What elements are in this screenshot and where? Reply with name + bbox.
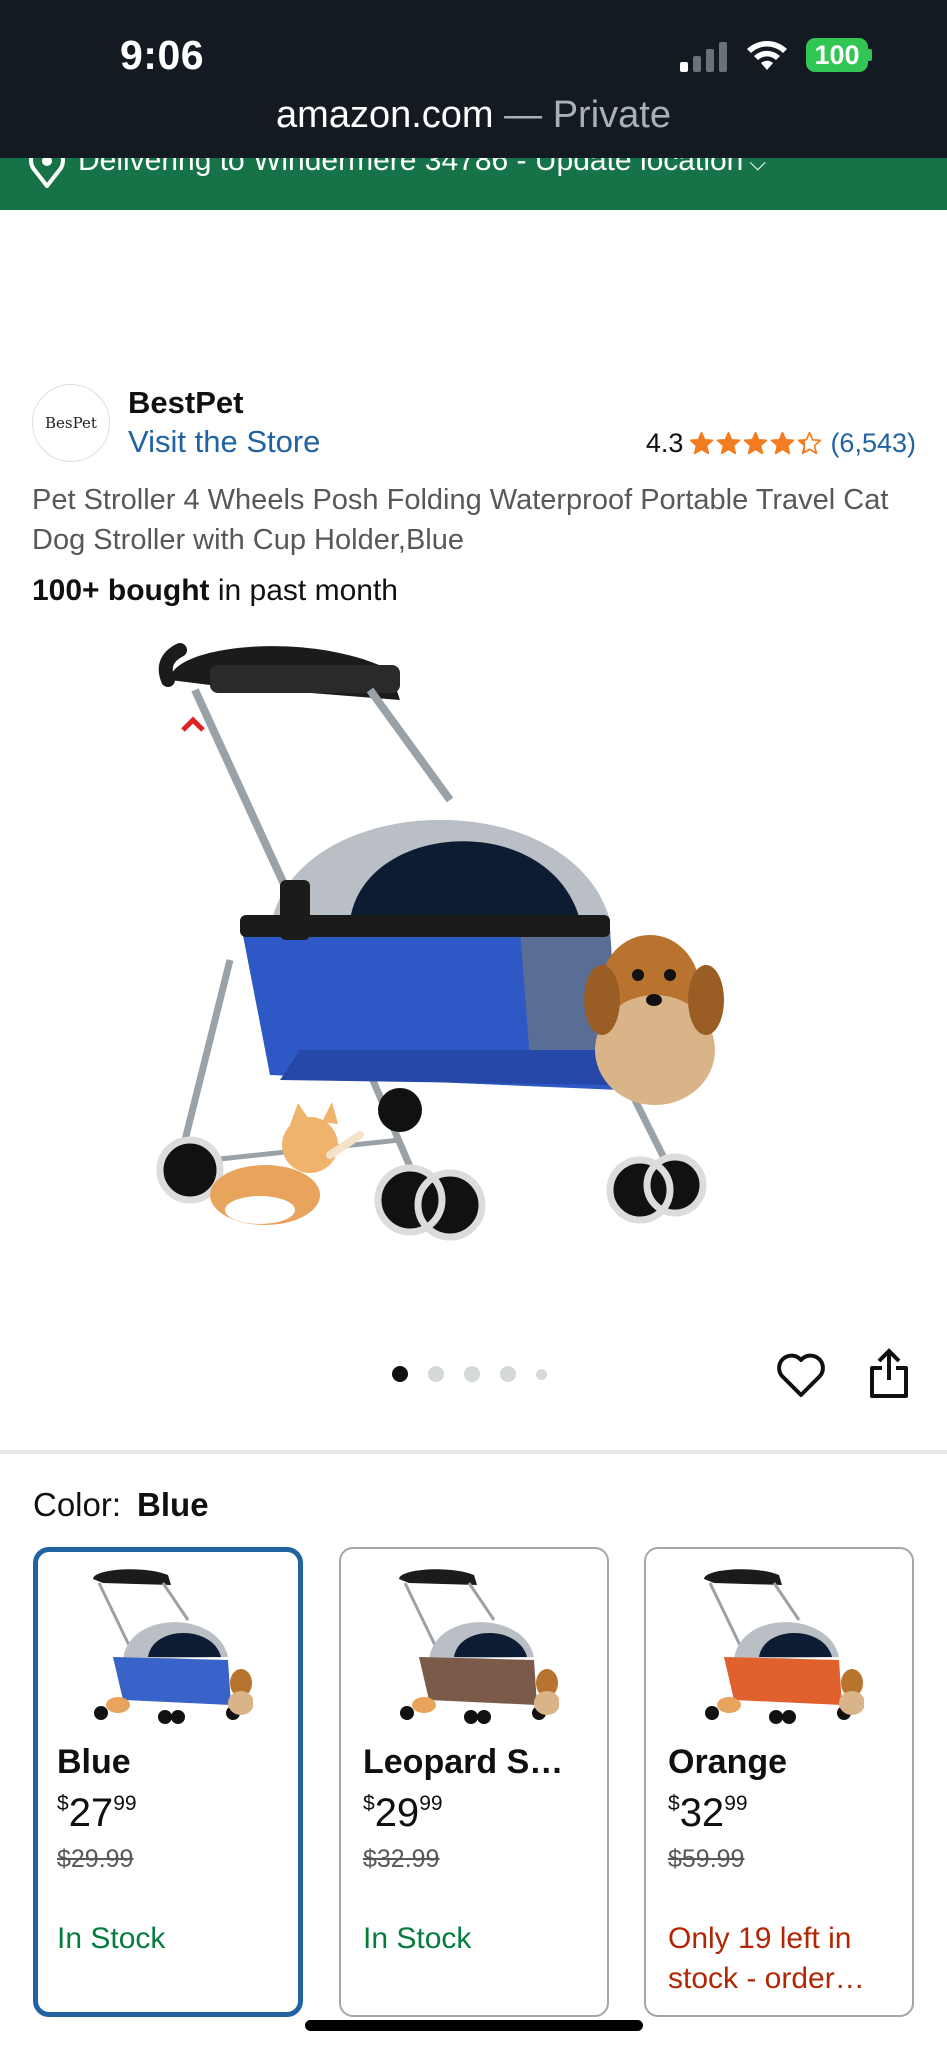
section-divider: [0, 1450, 947, 1454]
share-icon[interactable]: [866, 1348, 912, 1400]
variant-price: $2999: [363, 1791, 443, 1836]
browser-top-bar: 9:06 100 amazon.com — Private: [0, 0, 947, 158]
purchase-count-rest: in past month: [209, 574, 398, 607]
cellular-signal-icon: [680, 42, 727, 72]
variant-card[interactable]: Leopard S… $2999 $32.99 In Stock: [339, 1547, 609, 2017]
color-selector-label: Color: Blue: [33, 1486, 209, 1524]
star-icon: [717, 431, 741, 455]
address-bar[interactable]: amazon.com — Private: [0, 94, 947, 137]
price-whole: 32: [679, 1791, 725, 1835]
image-carousel-dots[interactable]: [392, 1366, 547, 1382]
color-label: Color:: [33, 1486, 122, 1523]
star-icon: [798, 431, 822, 455]
visit-store-link[interactable]: Visit the Store: [128, 424, 320, 460]
variant-card[interactable]: Orange $3299 $59.99 Only 19 left in stock -…: [644, 1547, 914, 2017]
review-count: (6,543): [830, 428, 916, 458]
carousel-dot[interactable]: [428, 1366, 444, 1382]
variant-list-price: $32.99: [363, 1845, 440, 1873]
url-host: amazon.com: [276, 94, 494, 136]
carousel-dot[interactable]: [392, 1366, 408, 1382]
variant-name: Orange: [668, 1743, 788, 1781]
product-image[interactable]: [150, 630, 800, 1290]
price-whole: 29: [374, 1791, 420, 1835]
price-fraction: 99: [724, 1792, 748, 1815]
purchase-count-bold: 100+ bought: [32, 574, 210, 607]
variant-name: Blue: [57, 1743, 131, 1781]
status-time: 9:06: [120, 32, 205, 78]
variant-price: $2799: [57, 1791, 137, 1836]
variant-stock-status: In Stock: [363, 1922, 472, 1955]
product-title: Pet Stroller 4 Wheels Posh Folding Water…: [32, 484, 889, 556]
carousel-dot[interactable]: [464, 1366, 480, 1382]
star-icon: [771, 431, 795, 455]
brand-logo[interactable]: BesPet: [32, 384, 110, 462]
battery-level: 100: [806, 38, 868, 72]
star-rating: [689, 431, 822, 456]
variant-price: $3299: [668, 1791, 748, 1836]
price-fraction: 99: [113, 1792, 137, 1815]
delivery-location-text: Delivering to Windermere 34786 - Update …: [78, 158, 744, 177]
price-fraction: 99: [419, 1792, 443, 1815]
variant-thumbnail: [93, 1569, 253, 1724]
price-currency: $: [668, 1792, 680, 1815]
variant-stock-status: In Stock: [57, 1922, 166, 1955]
brand-name: BestPet: [128, 385, 244, 420]
variant-list-price: $29.99: [57, 1845, 134, 1873]
carousel-dot[interactable]: [536, 1368, 547, 1380]
variant-list-price: $59.99: [668, 1845, 745, 1873]
private-mode-label: — Private: [493, 94, 671, 136]
rating-summary[interactable]: 4.3 (6,543): [646, 428, 916, 459]
carousel-dot[interactable]: [500, 1366, 516, 1382]
wishlist-heart-icon[interactable]: [776, 1352, 826, 1398]
variant-thumbnail: [399, 1569, 559, 1724]
variant-name: Leopard S…: [363, 1743, 564, 1781]
star-icon: [690, 431, 714, 455]
price-whole: 27: [68, 1791, 114, 1835]
chevron-down-icon: ⌵: [749, 158, 767, 175]
price-currency: $: [57, 1792, 69, 1815]
home-indicator: [305, 2020, 643, 2031]
battery-icon: 100: [806, 38, 872, 72]
variant-thumbnail: [704, 1569, 864, 1724]
rating-value: 4.3: [645, 428, 684, 458]
star-icon: [744, 431, 768, 455]
price-currency: $: [363, 1792, 375, 1815]
location-pin-icon: [29, 158, 65, 188]
selected-color: Blue: [137, 1486, 209, 1523]
delivery-location-bar[interactable]: Delivering to Windermere 34786 - Update …: [0, 158, 947, 210]
variant-stock-status: Only 19 left in stock - order…: [668, 1922, 865, 1995]
purchase-count: 100+ bought in past month: [32, 574, 398, 608]
wifi-icon: [747, 41, 787, 70]
variant-card[interactable]: Blue $2799 $29.99 In Stock: [33, 1547, 303, 2017]
